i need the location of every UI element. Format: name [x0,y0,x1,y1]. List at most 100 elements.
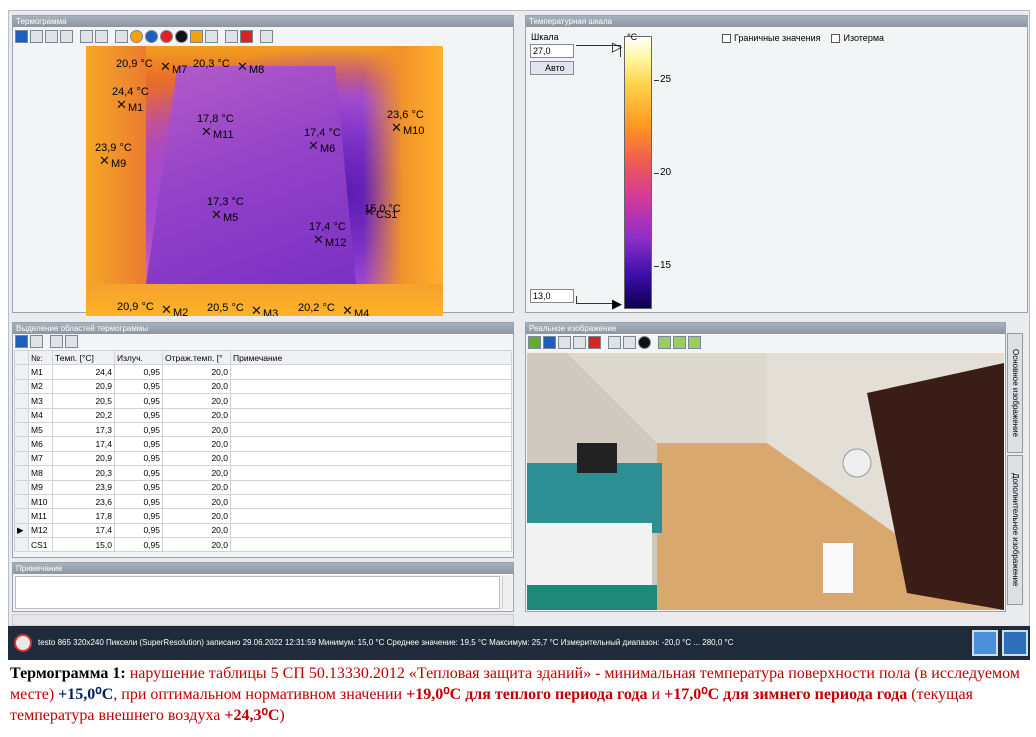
marker-cross-icon[interactable]: ✕ [201,125,212,138]
cell-temp[interactable]: 15,0 [52,537,115,553]
col-header[interactable]: Темп. [°C] [52,349,115,366]
table-row[interactable]: M4 20,2 0,95 20,0 [14,407,512,423]
cell-temp[interactable]: 23,9 [52,479,115,495]
row-selector[interactable] [14,421,29,438]
cell-note[interactable] [230,407,512,423]
cell-reflected-temp[interactable]: 20,0 [162,378,231,395]
table-row[interactable]: M7 20,9 0,95 20,0 [14,450,512,467]
cell-temp[interactable]: 24,4 [52,364,115,380]
window-layout-icon[interactable] [972,630,998,656]
point-icon[interactable] [160,29,173,43]
cell-temp[interactable]: 20,3 [52,465,115,481]
cell-emissivity[interactable]: 0,95 [114,436,163,452]
cell-temp[interactable]: 20,2 [52,407,115,423]
cell-note[interactable] [230,508,512,524]
cell-note[interactable] [230,393,512,409]
zoom-fit-icon[interactable] [688,336,701,349]
cell-temp[interactable]: 17,4 [52,436,115,452]
row-selector[interactable] [14,407,29,423]
cell-reflected-temp[interactable]: 20,0 [162,479,231,495]
cell-emissivity[interactable]: 0,95 [114,364,163,380]
scale-max-input[interactable]: 27,0 [530,44,574,58]
copy-icon[interactable] [30,29,43,43]
row-selector[interactable]: ▶ [14,522,29,539]
cell-reflected-temp[interactable]: 20,0 [162,465,231,481]
cell-temp[interactable]: 17,3 [52,421,115,438]
row-selector[interactable] [14,393,29,409]
cell-id[interactable]: M8 [28,465,53,481]
note-textarea[interactable] [15,576,500,609]
marker-cross-icon[interactable]: ✕ [161,303,172,316]
contrast-icon[interactable] [638,336,651,349]
cell-reflected-temp[interactable]: 20,0 [162,450,231,467]
rotate-icon[interactable] [608,336,621,349]
table-row[interactable]: M8 20,3 0,95 20,0 [14,465,512,481]
table-row[interactable]: M6 17,4 0,95 20,0 [14,436,512,452]
cell-reflected-temp[interactable]: 20,0 [162,421,231,438]
cell-emissivity[interactable]: 0,95 [114,407,163,423]
cell-note[interactable] [230,421,512,438]
cell-reflected-temp[interactable]: 20,0 [162,436,231,452]
cell-temp[interactable]: 20,5 [52,393,115,409]
cell-emissivity[interactable]: 0,95 [114,493,163,510]
marker-cross-icon[interactable]: ✕ [160,60,171,73]
cell-emissivity[interactable]: 0,95 [114,378,163,395]
table-row[interactable]: M1 24,4 0,95 20,0 [14,364,512,380]
profile-icon[interactable] [205,29,218,43]
isotherm-checkbox[interactable] [831,33,841,43]
cell-emissivity[interactable]: 0,95 [114,508,163,524]
cell-note[interactable] [230,522,512,539]
cell-reflected-temp[interactable]: 20,0 [162,537,231,553]
cell-emissivity[interactable]: 0,95 [114,450,163,467]
visual-image[interactable] [527,353,1004,610]
cell-id[interactable]: M7 [28,450,53,467]
cell-emissivity[interactable]: 0,95 [114,393,163,409]
cell-id[interactable]: M4 [28,407,53,423]
marker-cross-icon[interactable]: ✕ [116,98,127,111]
delete-icon[interactable] [588,336,601,349]
assistant-icon[interactable] [65,335,78,348]
cell-reflected-temp[interactable]: 20,0 [162,522,231,539]
cell-id[interactable]: CS1 [28,537,53,553]
marker-cross-icon[interactable]: ✕ [313,233,324,246]
cell-id[interactable]: M12 [28,522,53,539]
col-header[interactable]: Излуч. [114,349,163,366]
cell-temp[interactable]: 17,4 [52,522,115,539]
export-icon[interactable] [45,29,58,43]
table-row[interactable]: M9 23,9 0,95 20,0 [14,479,512,495]
flip-icon[interactable] [623,336,636,349]
grid-icon[interactable] [260,29,273,43]
cell-id[interactable]: M5 [28,421,53,438]
hot-spot-icon[interactable] [130,29,143,43]
limit-values-checkbox[interactable] [722,33,731,43]
flip-icon[interactable] [95,29,108,43]
row-selector[interactable] [14,378,29,395]
tab-main-image[interactable]: Основное изображение [1007,333,1023,453]
cell-id[interactable]: M1 [28,364,53,380]
marker-cross-icon[interactable]: ✕ [342,304,353,316]
horizontal-scrollbar[interactable] [12,614,514,626]
marker-cross-icon[interactable]: ✕ [251,304,262,316]
delete-icon[interactable] [50,335,63,348]
cell-id[interactable]: M9 [28,479,53,495]
cell-id[interactable]: M3 [28,393,53,409]
auto-button[interactable]: Авто [530,61,574,75]
cell-id[interactable]: M6 [28,436,53,452]
cell-note[interactable] [230,493,512,510]
tab-additional-image[interactable]: Дополнительное изображение [1007,455,1023,605]
col-header[interactable]: Примечание [230,349,512,366]
window-cascade-icon[interactable] [1002,630,1028,656]
marker-cross-icon[interactable]: ✕ [237,60,248,73]
scale-min-input[interactable]: 13,0 [530,289,574,303]
cell-note[interactable] [230,436,512,452]
cell-temp[interactable]: 17,8 [52,508,115,524]
cell-emissivity[interactable]: 0,95 [114,537,163,553]
cell-reflected-temp[interactable]: 20,0 [162,508,231,524]
cell-note[interactable] [230,364,512,380]
cell-emissivity[interactable]: 0,95 [114,522,163,539]
cursor-icon[interactable] [115,29,128,43]
clear-icon[interactable] [240,29,253,43]
save-icon[interactable] [15,335,28,348]
save-icon[interactable] [15,29,28,43]
cell-id[interactable]: M11 [28,508,53,524]
